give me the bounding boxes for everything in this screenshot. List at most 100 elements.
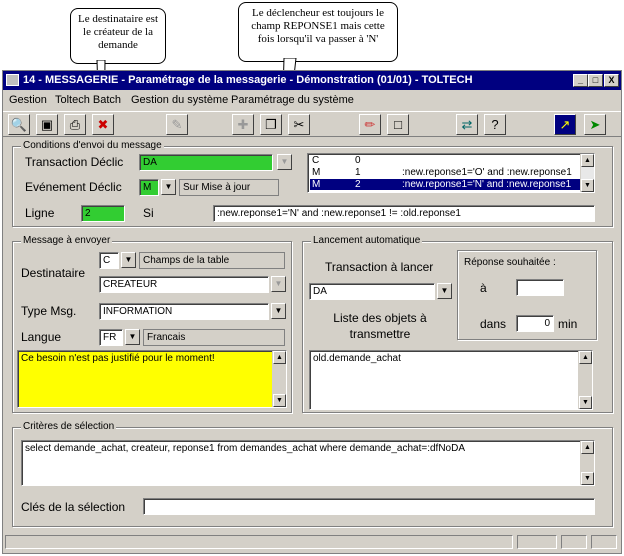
- objects-label: Liste des objets à transmettre: [333, 311, 427, 341]
- reply-min-label: min: [558, 317, 578, 331]
- help-icon[interactable]: ?: [484, 114, 506, 135]
- new-page-icon[interactable]: □: [387, 114, 409, 135]
- language-dropdown-button[interactable]: ▼: [125, 329, 140, 345]
- sql-text: select demande_achat, createur, reponse1…: [25, 443, 465, 454]
- line-label: Ligne: [25, 206, 55, 220]
- transaction-launch-dropdown-button[interactable]: ▼: [437, 283, 452, 299]
- recipient-label: Destinataire: [21, 266, 86, 280]
- message-text: Ce besoin n'est pas justifié pour le mom…: [21, 353, 215, 364]
- copy-icon[interactable]: ❐: [260, 114, 282, 135]
- recipient-value-dropdown-button[interactable]: ▼: [271, 276, 286, 292]
- recipient-dropdown-button[interactable]: ▼: [121, 252, 136, 268]
- close-button[interactable]: X: [604, 74, 619, 87]
- conditions-list[interactable]: C 0 M 1 :new.reponse1='O' and :new.repon…: [307, 153, 595, 193]
- swap-icon[interactable]: ⇄: [456, 114, 478, 135]
- status-pane-1: [517, 535, 557, 549]
- scroll-up-icon[interactable]: ▲: [581, 154, 594, 167]
- objects-scrollbar[interactable]: ▲ ▼: [578, 351, 592, 409]
- si-label: Si: [143, 206, 154, 220]
- message-scrollbar[interactable]: ▲ ▼: [272, 351, 286, 407]
- callout-recipient: Le destinataire est le créateur de la de…: [70, 8, 166, 64]
- callout-recipient-text: Le destinataire est le créateur de la de…: [77, 13, 159, 51]
- exit-icon[interactable]: ➤: [584, 114, 606, 135]
- sql-text-area[interactable]: select demande_achat, createur, reponse1…: [21, 440, 595, 486]
- reply-group: Réponse souhaitée : à dans 0 min: [457, 250, 597, 340]
- window-title: 14 - MESSAGERIE - Paramétrage de la mess…: [23, 74, 473, 86]
- scroll-down-icon[interactable]: ▼: [581, 179, 594, 192]
- event-label: Evénement Déclic: [25, 180, 122, 194]
- status-pane-2: [561, 535, 587, 549]
- eraser-icon[interactable]: ✏: [359, 114, 381, 135]
- tool-disabled-icon: ✎: [166, 114, 188, 135]
- language-code-field[interactable]: FR: [99, 329, 123, 346]
- status-pane-main: [5, 535, 513, 549]
- language-label: Langue: [21, 330, 62, 344]
- status-bar: [5, 533, 619, 551]
- camera-icon[interactable]: ▣: [36, 114, 58, 135]
- objects-text-area[interactable]: old.demande_achat ▲ ▼: [309, 350, 593, 410]
- list-item[interactable]: M 1 :new.reponse1='O' and :new.reponse1: [310, 167, 580, 178]
- event-description: Sur Mise à jour: [179, 179, 279, 196]
- menu-parametrage-systeme[interactable]: Paramétrage du système: [231, 94, 354, 106]
- main-window: 14 - MESSAGERIE - Paramétrage de la mess…: [2, 70, 622, 554]
- recipient-description: Champs de la table: [139, 252, 285, 269]
- toolbar: 🔍 ▣ ⎙ ✖ ✎ ✚ ❐ ✂ ✏ □ ⇄ ? ↗ ➤: [3, 111, 621, 137]
- message-group: Message à envoyer Destinataire C ▼ Champ…: [12, 235, 292, 413]
- list-item[interactable]: C 0: [310, 155, 580, 166]
- transaction-launch-field[interactable]: DA: [309, 283, 435, 300]
- scroll-up-icon[interactable]: ▲: [273, 351, 286, 364]
- maximize-button[interactable]: □: [588, 74, 603, 87]
- reply-at-field[interactable]: [516, 279, 564, 296]
- recipient-code-field[interactable]: C: [99, 252, 119, 269]
- scroll-up-icon[interactable]: ▲: [579, 351, 592, 364]
- scroll-up-icon[interactable]: ▲: [581, 441, 594, 454]
- transaction-field[interactable]: DA: [139, 154, 273, 171]
- scroll-down-icon[interactable]: ▼: [273, 394, 286, 407]
- event-code-field[interactable]: M: [139, 179, 159, 196]
- conditions-legend: Conditions d'envoi du message: [21, 140, 164, 151]
- menu-bar: Gestion Toltech Batch Gestion du système…: [3, 91, 621, 109]
- launch-group: Lancement automatique Transaction à lanc…: [302, 235, 613, 413]
- chart-icon[interactable]: ↗: [554, 114, 576, 135]
- message-legend: Message à envoyer: [21, 235, 113, 246]
- callout-trigger-text: Le déclencheur est toujours le champ REP…: [251, 7, 385, 45]
- line-field[interactable]: 2: [81, 205, 125, 222]
- cut-icon[interactable]: ✂: [288, 114, 310, 135]
- transaction-label: Transaction Déclic: [25, 155, 124, 169]
- menu-gestion[interactable]: Gestion: [9, 94, 47, 106]
- reply-minutes-field[interactable]: 0: [516, 315, 554, 332]
- transaction-dropdown-button[interactable]: ▼: [277, 154, 292, 170]
- language-description: Francais: [143, 329, 285, 346]
- scroll-down-icon[interactable]: ▼: [581, 472, 594, 485]
- conditions-group: Conditions d'envoi du message Transactio…: [12, 140, 613, 227]
- scroll-down-icon[interactable]: ▼: [579, 396, 592, 409]
- si-condition-field[interactable]: :new.reponse1='N' and :new.reponse1 != :…: [213, 205, 595, 222]
- event-dropdown-button[interactable]: ▼: [161, 179, 176, 195]
- list-item-selected[interactable]: M 2 :new.reponse1='N' and :new.reponse1: [310, 179, 580, 190]
- launch-legend: Lancement automatique: [311, 235, 423, 246]
- app-icon: [6, 74, 19, 86]
- objects-text: old.demande_achat: [313, 353, 401, 364]
- delete-icon[interactable]: ✖: [92, 114, 114, 135]
- callout-trigger: Le déclencheur est toujours le champ REP…: [238, 2, 398, 62]
- message-text-area[interactable]: Ce besoin n'est pas justifié pour le mom…: [17, 350, 287, 408]
- conditions-scrollbar[interactable]: ▲ ▼: [580, 154, 594, 192]
- message-type-label: Type Msg.: [21, 304, 77, 318]
- status-pane-3: [591, 535, 617, 549]
- title-bar: 14 - MESSAGERIE - Paramétrage de la mess…: [3, 71, 621, 90]
- criteria-group: Critères de sélection select demande_ach…: [12, 421, 613, 527]
- recipient-field[interactable]: CREATEUR: [99, 276, 269, 293]
- message-type-field[interactable]: INFORMATION: [99, 303, 269, 320]
- minimize-button[interactable]: _: [573, 74, 588, 87]
- reply-in-label: dans: [480, 317, 507, 331]
- message-type-dropdown-button[interactable]: ▼: [271, 303, 286, 319]
- menu-gestion-systeme[interactable]: Gestion du système: [131, 94, 228, 106]
- menu-toltech-batch[interactable]: Toltech Batch: [55, 94, 121, 106]
- criteria-legend: Critères de sélection: [21, 421, 117, 432]
- selection-keys-field[interactable]: [143, 498, 595, 515]
- print-icon[interactable]: ⎙: [64, 114, 86, 135]
- selection-keys-label: Clés de la sélection: [21, 500, 126, 514]
- sql-scrollbar[interactable]: ▲ ▼: [580, 441, 594, 485]
- search-icon[interactable]: 🔍: [8, 114, 30, 135]
- add-disabled-icon: ✚: [232, 114, 254, 135]
